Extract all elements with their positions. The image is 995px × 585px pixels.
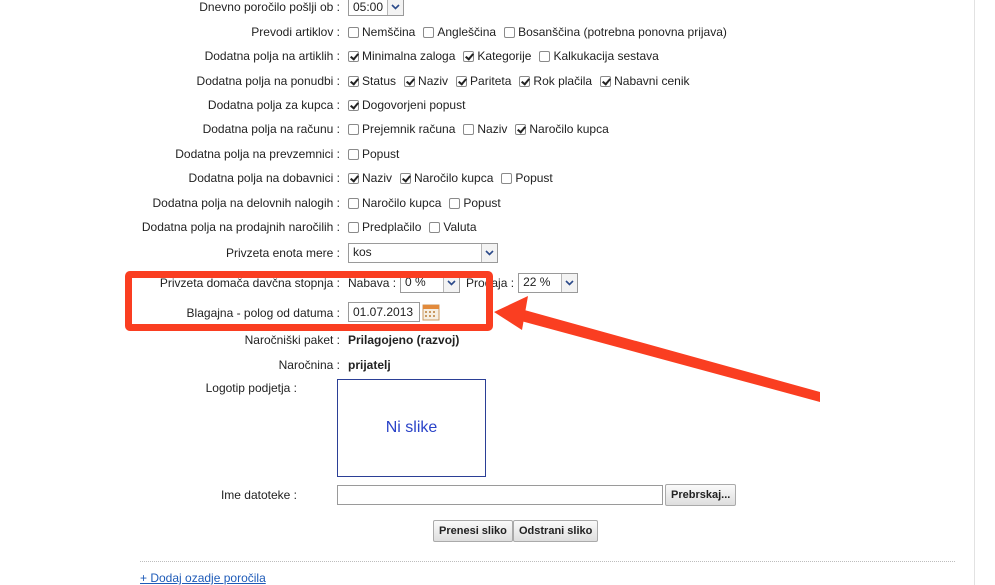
annotation-arrow [494, 296, 820, 402]
